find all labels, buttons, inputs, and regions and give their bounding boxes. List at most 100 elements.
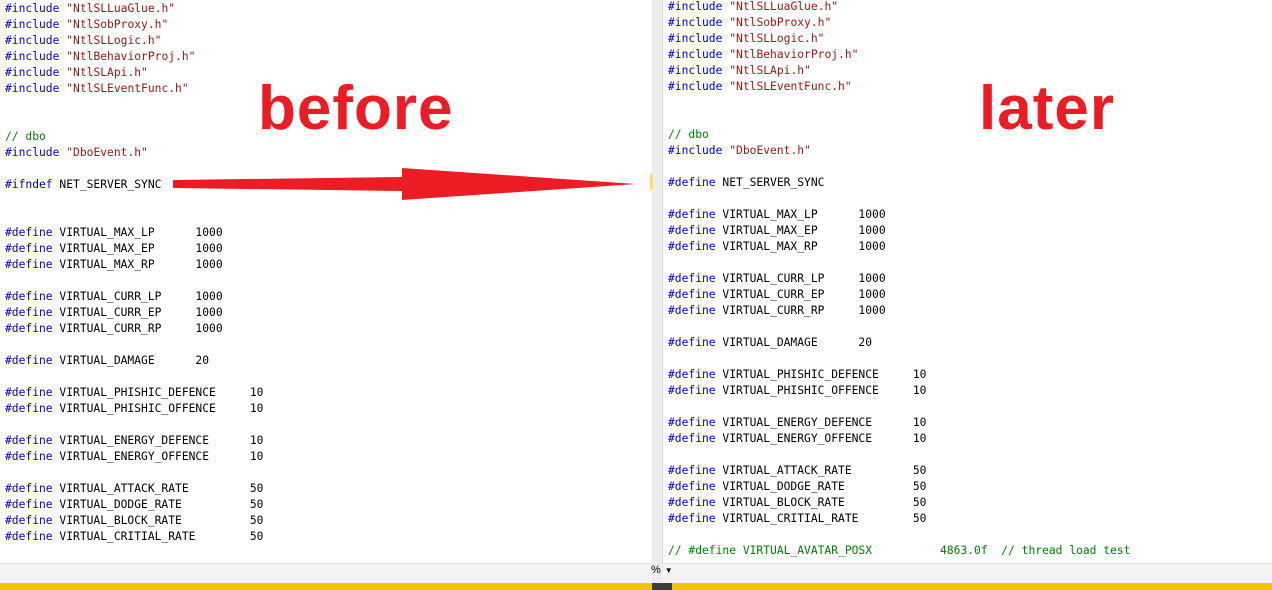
code-line[interactable]: #include "DboEvent.h" (668, 143, 1131, 159)
code-keyword: #include (668, 0, 723, 13)
code-text: VIRTUAL_DODGE_RATE 50 (715, 480, 927, 493)
code-line[interactable]: #define VIRTUAL_DAMAGE 20 (5, 353, 263, 369)
code-line[interactable] (668, 319, 1131, 335)
code-keyword: #ifndef (5, 178, 53, 191)
code-line[interactable] (5, 97, 263, 113)
code-text: VIRTUAL_MAX_EP 1000 (52, 242, 223, 255)
code-line[interactable]: #define NET_SERVER_SYNC (668, 175, 1131, 191)
code-string: "NtlSLEventFunc.h" (66, 82, 189, 95)
code-line[interactable] (668, 527, 1131, 543)
code-text: VIRTUAL_CURR_LP 1000 (715, 272, 886, 285)
code-line[interactable]: #define VIRTUAL_MAX_RP 1000 (668, 239, 1131, 255)
code-line[interactable]: #define VIRTUAL_ENERGY_DEFENCE 10 (668, 415, 1131, 431)
code-line[interactable]: #define VIRTUAL_ATTACK_RATE 50 (5, 481, 263, 497)
code-line[interactable] (5, 465, 263, 481)
status-bar-right (672, 583, 1272, 590)
code-line[interactable]: // dbo (5, 129, 263, 145)
code-keyword: #include (668, 48, 723, 61)
code-text: VIRTUAL_MAX_LP 1000 (715, 208, 886, 221)
code-line[interactable]: #define VIRTUAL_ENERGY_DEFENCE 10 (5, 433, 263, 449)
code-text: VIRTUAL_PHISHIC_DEFENCE 10 (715, 368, 927, 381)
code-line[interactable]: #define VIRTUAL_MAX_EP 1000 (668, 223, 1131, 239)
before-annotation: before (258, 74, 454, 143)
code-text: VIRTUAL_MAX_LP 1000 (52, 226, 223, 239)
code-line[interactable]: #include "NtlBehaviorProj.h" (5, 49, 263, 65)
code-line[interactable]: #define VIRTUAL_CURR_RP 1000 (668, 303, 1131, 319)
code-line[interactable]: #define VIRTUAL_ENERGY_OFFENCE 10 (668, 431, 1131, 447)
horizontal-scrollbar-right[interactable] (662, 563, 1272, 584)
code-line[interactable] (668, 159, 1131, 175)
code-text: VIRTUAL_CRITIAL_RATE 50 (715, 512, 927, 525)
code-line[interactable] (5, 369, 263, 385)
editor-pane-after[interactable]: #include "NtlSLLuaGlue.h" #include "NtlSo… (662, 0, 1272, 563)
code-text: VIRTUAL_CURR_RP 1000 (52, 322, 223, 335)
code-line[interactable]: #define VIRTUAL_PHISHIC_OFFENCE 10 (5, 401, 263, 417)
code-keyword: #define (668, 368, 716, 381)
code-keyword: #define (5, 530, 53, 543)
code-line[interactable] (5, 417, 263, 433)
code-line[interactable]: // #define VIRTUAL_AVATAR_POSX 4863.0f /… (668, 543, 1131, 559)
code-string: "NtlSLLuaGlue.h" (729, 0, 839, 13)
code-comment: // dbo (5, 130, 46, 143)
code-line[interactable]: #define VIRTUAL_PHISHIC_DEFENCE 10 (5, 385, 263, 401)
code-line[interactable] (5, 273, 263, 289)
code-keyword: #define (5, 306, 53, 319)
code-line[interactable]: #include "NtlBehaviorProj.h" (668, 47, 1131, 63)
code-block-before[interactable]: #include "NtlSLLuaGlue.h" #include "NtlSo… (5, 1, 263, 545)
code-line[interactable]: #include "NtlSLLogic.h" (668, 31, 1131, 47)
code-line[interactable]: #include "DboEvent.h" (5, 145, 263, 161)
code-keyword: #include (5, 34, 60, 47)
code-line[interactable]: #define VIRTUAL_CURR_LP 1000 (5, 289, 263, 305)
code-line[interactable]: #include "NtlSLLogic.h" (5, 33, 263, 49)
code-keyword: #include (668, 64, 723, 77)
code-keyword: #define (668, 384, 716, 397)
code-line[interactable]: #define VIRTUAL_PHISHIC_DEFENCE 10 (668, 367, 1131, 383)
status-bar-gap (652, 583, 672, 590)
code-line[interactable] (5, 337, 263, 353)
code-keyword: #include (5, 146, 60, 159)
horizontal-scrollbar-left[interactable] (0, 563, 652, 584)
code-line[interactable]: #define VIRTUAL_CURR_RP 1000 (5, 321, 263, 337)
code-text: NET_SERVER_SYNC (715, 176, 825, 189)
code-line[interactable]: #define VIRTUAL_DODGE_RATE 50 (668, 479, 1131, 495)
code-line[interactable] (668, 399, 1131, 415)
code-line[interactable]: #include "NtlSLEventFunc.h" (5, 81, 263, 97)
code-line[interactable]: #define VIRTUAL_MAX_RP 1000 (5, 257, 263, 273)
code-line[interactable] (668, 191, 1131, 207)
code-keyword: #define (668, 288, 716, 301)
pane-splitter[interactable] (652, 0, 662, 590)
code-line[interactable]: #include "NtlSLApi.h" (5, 65, 263, 81)
code-line[interactable] (668, 351, 1131, 367)
code-line[interactable]: #define VIRTUAL_ENERGY_OFFENCE 10 (5, 449, 263, 465)
code-string: "NtlSLApi.h" (729, 64, 811, 77)
code-line[interactable]: #define VIRTUAL_DAMAGE 20 (668, 335, 1131, 351)
code-line[interactable]: #define VIRTUAL_BLOCK_RATE 50 (668, 495, 1131, 511)
code-line[interactable]: #include "NtlSLLuaGlue.h" (668, 0, 1131, 15)
code-text: VIRTUAL_ENERGY_DEFENCE 10 (52, 434, 264, 447)
code-line[interactable]: #define VIRTUAL_CRITIAL_RATE 50 (668, 511, 1131, 527)
code-line[interactable] (668, 447, 1131, 463)
code-line[interactable]: #define VIRTUAL_CRITIAL_RATE 50 (5, 529, 263, 545)
code-line[interactable] (668, 255, 1131, 271)
code-line[interactable]: #define VIRTUAL_BLOCK_RATE 50 (5, 513, 263, 529)
code-line[interactable]: #define VIRTUAL_CURR_EP 1000 (5, 305, 263, 321)
code-line[interactable] (5, 209, 263, 225)
code-line[interactable]: #define VIRTUAL_PHISHIC_OFFENCE 10 (668, 383, 1131, 399)
code-line[interactable] (5, 113, 263, 129)
code-comment: // #define VIRTUAL_AVATAR_POSX 4863.0f /… (668, 544, 1131, 557)
code-line[interactable]: #define VIRTUAL_MAX_EP 1000 (5, 241, 263, 257)
code-line[interactable]: #define VIRTUAL_CURR_LP 1000 (668, 271, 1131, 287)
code-line[interactable]: #include "NtlSobProxy.h" (5, 17, 263, 33)
status-bar-left (0, 583, 652, 590)
code-line[interactable]: #define VIRTUAL_CURR_EP 1000 (668, 287, 1131, 303)
code-text: VIRTUAL_ATTACK_RATE 50 (52, 482, 264, 495)
code-line[interactable]: #include "NtlSobProxy.h" (668, 15, 1131, 31)
code-line[interactable]: #define VIRTUAL_MAX_LP 1000 (5, 225, 263, 241)
code-line[interactable]: #define VIRTUAL_ATTACK_RATE 50 (668, 463, 1131, 479)
code-keyword: #include (5, 18, 60, 31)
red-arrow-annotation (173, 168, 636, 200)
zoom-dropdown[interactable]: % ▼ (651, 564, 673, 576)
code-line[interactable]: #define VIRTUAL_DODGE_RATE 50 (5, 497, 263, 513)
code-line[interactable]: #define VIRTUAL_MAX_LP 1000 (668, 207, 1131, 223)
code-line[interactable]: #include "NtlSLLuaGlue.h" (5, 1, 263, 17)
